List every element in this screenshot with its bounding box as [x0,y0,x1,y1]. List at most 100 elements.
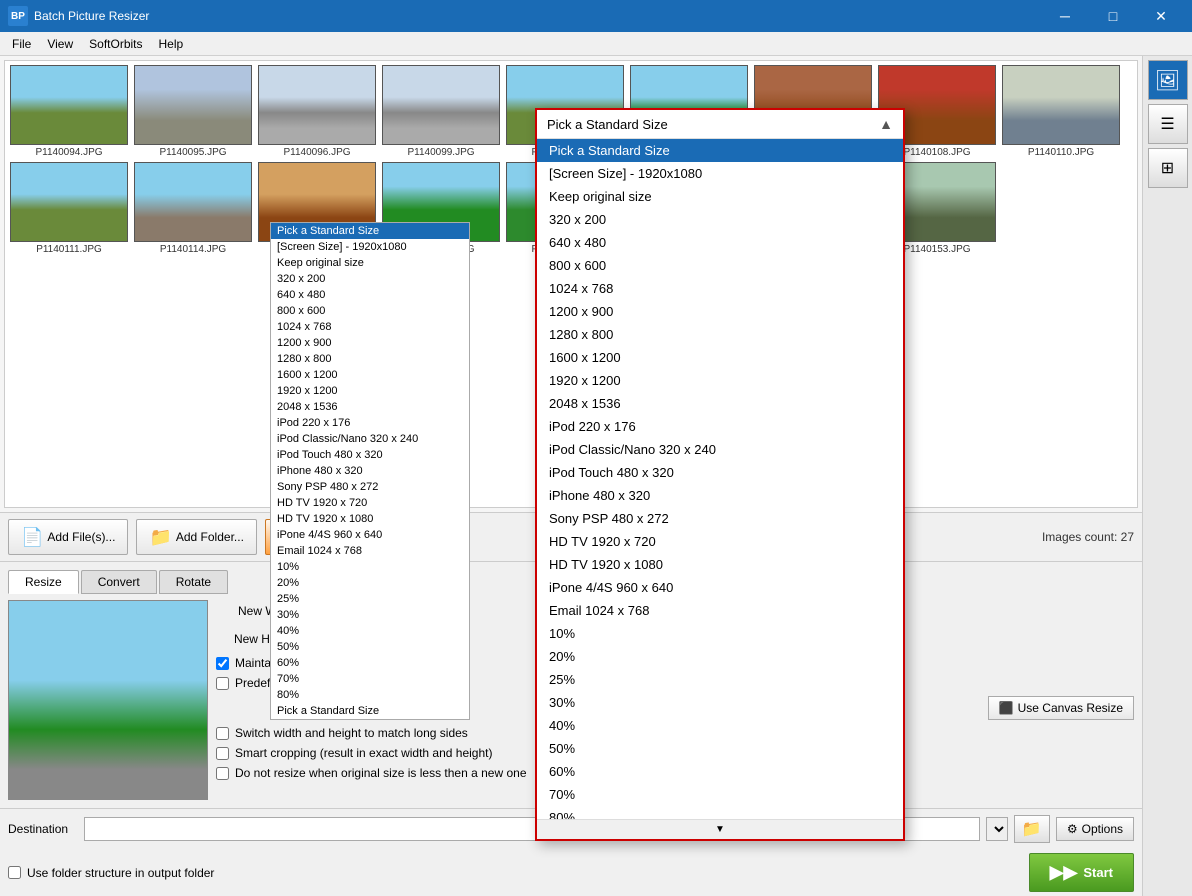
dropdown-item[interactable]: 50% [537,737,903,760]
browse-destination-button[interactable]: 📁 [1014,815,1050,843]
small-dropdown-item[interactable]: 1600 x 1200 [271,367,469,383]
dropdown-item[interactable]: 60% [537,760,903,783]
dropdown-item[interactable]: 320 x 200 [537,208,903,231]
options-button[interactable]: ⚙ Options [1056,817,1134,841]
small-dropdown-item[interactable]: 800 x 600 [271,303,469,319]
sidebar-list-button[interactable]: ☰ [1148,104,1188,144]
dropdown-item[interactable]: 20% [537,645,903,668]
small-standard-size-dropdown[interactable]: Pick a Standard Size[Screen Size] - 1920… [270,222,470,720]
dropdown-item[interactable]: 70% [537,783,903,806]
add-folder-button[interactable]: 📁 Add Folder... [136,519,256,555]
small-dropdown-item[interactable]: Pick a Standard Size [271,223,469,239]
small-dropdown-item[interactable]: Keep original size [271,255,469,271]
dropdown-item[interactable]: 1024 x 768 [537,277,903,300]
close-button[interactable]: ✕ [1138,0,1184,32]
list-item[interactable]: P1140095.JPG [133,65,253,158]
dropdown-item[interactable]: Pick a Standard Size [537,139,903,162]
small-dropdown-item[interactable]: Sony PSP 480 x 272 [271,479,469,495]
small-dropdown-item[interactable]: iPod Classic/Nano 320 x 240 [271,431,469,447]
dropdown-item[interactable]: 800 x 600 [537,254,903,277]
dropdown-header: Pick a Standard Size ▲ [537,110,903,139]
start-button[interactable]: ▶▶ Start [1029,853,1134,892]
small-dropdown-item[interactable]: iPone 4/4S 960 x 640 [271,527,469,543]
dropdown-item[interactable]: Keep original size [537,185,903,208]
list-item[interactable]: P1140099.JPG [381,65,501,158]
tab-rotate[interactable]: Rotate [159,570,228,594]
tab-convert[interactable]: Convert [81,570,157,594]
list-item[interactable]: P1140096.JPG [257,65,377,158]
menu-softorbits[interactable]: SoftOrbits [81,35,150,53]
dropdown-item[interactable]: 10% [537,622,903,645]
small-dropdown-item[interactable]: iPod Touch 480 x 320 [271,447,469,463]
dropdown-item[interactable]: 1200 x 900 [537,300,903,323]
small-dropdown-item[interactable]: 1024 x 768 [271,319,469,335]
small-dropdown-item[interactable]: 25% [271,591,469,607]
minimize-button[interactable]: ─ [1042,0,1088,32]
add-files-label: Add File(s)... [47,530,115,544]
start-label: Start [1083,865,1113,880]
dropdown-item[interactable]: 1280 x 800 [537,323,903,346]
destination-select[interactable] [986,817,1008,841]
canvas-resize-button[interactable]: ⬛ Use Canvas Resize [988,696,1134,720]
app-icon: BP [8,6,28,26]
dropdown-item[interactable]: 640 x 480 [537,231,903,254]
destination-label: Destination [8,822,78,836]
small-dropdown-item[interactable]: HD TV 1920 x 1080 [271,511,469,527]
small-dropdown-item[interactable]: 20% [271,575,469,591]
menu-bar: File View SoftOrbits Help [0,32,1192,56]
small-dropdown-item[interactable]: 1280 x 800 [271,351,469,367]
dropdown-item[interactable]: 30% [537,691,903,714]
small-dropdown-item[interactable]: 40% [271,623,469,639]
dropdown-item[interactable]: Email 1024 x 768 [537,599,903,622]
dropdown-item[interactable]: 80% [537,806,903,819]
dropdown-item[interactable]: HD TV 1920 x 1080 [537,553,903,576]
small-dropdown-item[interactable]: 80% [271,687,469,703]
small-dropdown-item[interactable]: 60% [271,655,469,671]
tab-resize[interactable]: Resize [8,570,79,594]
small-dropdown-item[interactable]: 2048 x 1536 [271,399,469,415]
small-dropdown-item[interactable]: [Screen Size] - 1920x1080 [271,239,469,255]
sidebar-grid-button[interactable]: ⊞ [1148,148,1188,188]
small-dropdown-item[interactable]: 1200 x 900 [271,335,469,351]
scroll-down-button[interactable]: ▼ [537,819,903,839]
list-item[interactable]: P1140114.JPG [133,162,253,255]
maximize-button[interactable]: □ [1090,0,1136,32]
sidebar-images-button[interactable]: 🖼 [1148,60,1188,100]
small-dropdown-item[interactable]: Pick a Standard Size [271,703,469,719]
small-dropdown-item[interactable]: iPod 220 x 176 [271,415,469,431]
small-dropdown-item[interactable]: iPhone 480 x 320 [271,463,469,479]
small-dropdown-item[interactable]: 70% [271,671,469,687]
dropdown-item[interactable]: iPone 4/4S 960 x 640 [537,576,903,599]
small-dropdown-item[interactable]: 50% [271,639,469,655]
small-dropdown-item[interactable]: HD TV 1920 x 720 [271,495,469,511]
dropdown-item[interactable]: iPod 220 x 176 [537,415,903,438]
small-dropdown-item[interactable]: 1920 x 1200 [271,383,469,399]
small-dropdown-item[interactable]: Email 1024 x 768 [271,543,469,559]
small-dropdown-item[interactable]: 10% [271,559,469,575]
list-item[interactable]: P1140111.JPG [9,162,129,255]
dropdown-item[interactable]: 1600 x 1200 [537,346,903,369]
dropdown-item[interactable]: iPhone 480 x 320 [537,484,903,507]
small-dropdown-item[interactable]: 30% [271,607,469,623]
dropdown-item[interactable]: HD TV 1920 x 720 [537,530,903,553]
dropdown-item[interactable]: 1920 x 1200 [537,369,903,392]
right-sidebar: 🖼 ☰ ⊞ [1142,56,1192,896]
dropdown-item[interactable]: 2048 x 1536 [537,392,903,415]
small-dropdown-item[interactable]: 640 x 480 [271,287,469,303]
folder-structure-checkbox[interactable]: Use folder structure in output folder [8,866,214,880]
small-dropdown-item[interactable]: 320 x 200 [271,271,469,287]
standard-size-dropdown[interactable]: Pick a Standard Size ▲ Pick a Standard S… [535,108,905,841]
dropdown-item[interactable]: [Screen Size] - 1920x1080 [537,162,903,185]
dropdown-item[interactable]: iPod Touch 480 x 320 [537,461,903,484]
dropdown-item[interactable]: iPod Classic/Nano 320 x 240 [537,438,903,461]
scroll-up-icon[interactable]: ▲ [879,116,893,132]
add-files-button[interactable]: 📄 Add File(s)... [8,519,128,555]
list-item[interactable]: P1140094.JPG [9,65,129,158]
dropdown-item[interactable]: 25% [537,668,903,691]
menu-help[interactable]: Help [151,35,192,53]
menu-view[interactable]: View [39,35,81,53]
menu-file[interactable]: File [4,35,39,53]
dropdown-item[interactable]: Sony PSP 480 x 272 [537,507,903,530]
list-item[interactable]: P1140110.JPG [1001,65,1121,158]
dropdown-item[interactable]: 40% [537,714,903,737]
